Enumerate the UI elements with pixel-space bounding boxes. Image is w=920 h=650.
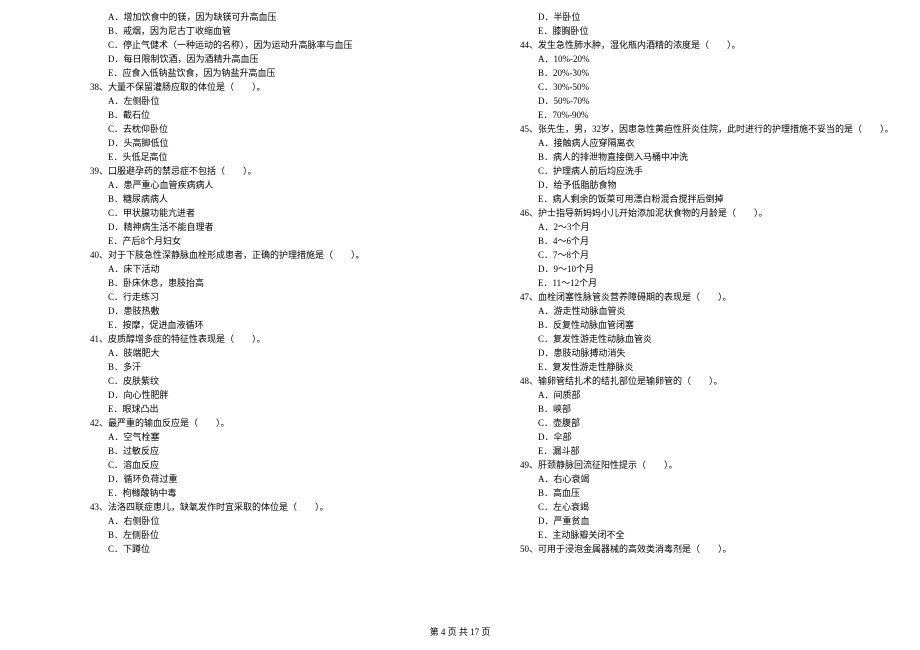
q40-opt-b: B．卧床休息，患肢抬高 <box>90 276 430 290</box>
q47-opt-b: B．反复性动脉血管闭塞 <box>520 318 890 332</box>
q43-opt-c: C．下蹲位 <box>90 542 430 556</box>
q45-stem: 45、张先生，男，32岁，因患急性黄疸性肝炎住院，此时进行的护理措施不妥当的是（… <box>520 122 890 136</box>
q50-stem: 50、可用于浸泡金属器械的高效类消毒剂是（ ）。 <box>520 542 890 556</box>
q43-opt-a: A．右侧卧位 <box>90 514 430 528</box>
q37-opt-b: B．戒烟，因为尼古丁收缩血管 <box>90 24 430 38</box>
q39-stem: 39、口服避孕药的禁忌症不包括（ ）。 <box>90 164 430 178</box>
q48-opt-c: C．壶腹部 <box>520 416 890 430</box>
q39-opt-a: A．患严重心血管疾病病人 <box>90 178 430 192</box>
q49-opt-b: B．高血压 <box>520 486 890 500</box>
q44-opt-c: C．30%-50% <box>520 80 890 94</box>
q44-stem: 44、发生急性肺水肿，湿化瓶内酒精的浓度是（ ）。 <box>520 38 890 52</box>
q45-opt-b: B．病人的排泄物直接倒入马桶中冲洗 <box>520 150 890 164</box>
q41-opt-b: B．多汗 <box>90 360 430 374</box>
q37-opt-e: E．应食入低钠盐饮食，因为钠盐升高血压 <box>90 66 430 80</box>
q39-opt-d: D．精神病生活不能自理者 <box>90 220 430 234</box>
q48-opt-b: B．峡部 <box>520 402 890 416</box>
q41-opt-e: E．眼球凸出 <box>90 402 430 416</box>
q49-opt-e: E．主动脉瓣关闭不全 <box>520 528 890 542</box>
q38-opt-d: D．头高脚低位 <box>90 136 430 150</box>
q43-opt-b: B．左侧卧位 <box>90 528 430 542</box>
q46-opt-b: B．4～6个月 <box>520 234 890 248</box>
q38-opt-c: C．去枕仰卧位 <box>90 122 430 136</box>
q44-opt-a: A．10%-20% <box>520 52 890 66</box>
q40-opt-c: C．行走练习 <box>90 290 430 304</box>
q49-opt-c: C．左心衰竭 <box>520 500 890 514</box>
q39-opt-c: C．甲状腺功能亢进者 <box>90 206 430 220</box>
q39-opt-b: B．糖尿病病人 <box>90 192 430 206</box>
q39-opt-e: E．产后8个月妇女 <box>90 234 430 248</box>
q37-opt-a: A．增加饮食中的镁，因为缺镁可升高血压 <box>90 10 430 24</box>
q42-opt-b: B．过敏反应 <box>90 444 430 458</box>
q46-opt-d: D．9～10个月 <box>520 262 890 276</box>
q48-opt-a: A．间质部 <box>520 388 890 402</box>
q42-stem: 42、最严重的输血反应是（ ）。 <box>90 416 430 430</box>
q44-opt-b: B．20%-30% <box>520 66 890 80</box>
q44-opt-e: E．70%-90% <box>520 108 890 122</box>
page-body: A．增加饮食中的镁，因为缺镁可升高血压 B．戒烟，因为尼古丁收缩血管 C．停止气… <box>0 0 920 617</box>
q48-opt-d: D．伞部 <box>520 430 890 444</box>
q42-opt-c: C．溶血反应 <box>90 458 430 472</box>
q45-opt-d: D．给予低脂肪食物 <box>520 178 890 192</box>
q47-opt-d: D．患肢动脉搏动消失 <box>520 346 890 360</box>
q42-opt-d: D．循环负荷过重 <box>90 472 430 486</box>
q42-opt-a: A．空气栓塞 <box>90 430 430 444</box>
q37-opt-d: D．每日限制饮酒，因为酒精升高血压 <box>90 52 430 66</box>
page-footer: 第 4 页 共 17 页 <box>0 617 920 650</box>
q45-opt-e: E．病人剩余的饭菜可用漂白粉混合搅拌后倒掉 <box>520 192 890 206</box>
q46-opt-c: C．7～8个月 <box>520 248 890 262</box>
q49-stem: 49、肝颈静脉回流征阳性提示（ ）。 <box>520 458 890 472</box>
q46-opt-e: E．11～12个月 <box>520 276 890 290</box>
q40-opt-a: A．床下活动 <box>90 262 430 276</box>
q49-opt-a: A．右心衰竭 <box>520 472 890 486</box>
q40-opt-e: E．按摩，促进血液循环 <box>90 318 430 332</box>
q49-opt-d: D．严重贫血 <box>520 514 890 528</box>
q48-opt-e: E．漏斗部 <box>520 444 890 458</box>
q38-opt-a: A．左侧卧位 <box>90 94 430 108</box>
q38-opt-e: E．头低足高位 <box>90 150 430 164</box>
left-column: A．增加饮食中的镁，因为缺镁可升高血压 B．戒烟，因为尼古丁收缩血管 C．停止气… <box>0 10 460 607</box>
q47-opt-c: C．复发性游走性动脉血管炎 <box>520 332 890 346</box>
q41-opt-a: A．肢端肥大 <box>90 346 430 360</box>
q41-opt-c: C．皮肤紫纹 <box>90 374 430 388</box>
q47-opt-e: E．复发性游走性静脉炎 <box>520 360 890 374</box>
q45-opt-a: A．接触病人应穿隔离衣 <box>520 136 890 150</box>
q47-stem: 47、血栓闭塞性脉管炎营养障碍期的表现是（ ）。 <box>520 290 890 304</box>
q37-opt-c: C．停止气健术（一种运动的名称），因为运动升高脉率与血压 <box>90 38 430 52</box>
q48-stem: 48、输卵管结扎术的结扎部位是输卵管的（ ）。 <box>520 374 890 388</box>
q46-stem: 46、护士指导新妈妈小儿开始添加泥状食物的月龄是（ ）。 <box>520 206 890 220</box>
q46-opt-a: A．2～3个月 <box>520 220 890 234</box>
q45-opt-c: C．护理病人前后均应洗手 <box>520 164 890 178</box>
q38-opt-b: B．截石位 <box>90 108 430 122</box>
q40-opt-d: D．患肢热敷 <box>90 304 430 318</box>
q38-stem: 38、大量不保留灌肠应取的体位是（ ）。 <box>90 80 430 94</box>
q44-opt-d: D．50%-70% <box>520 94 890 108</box>
q43-stem: 43、法洛四联症患儿，缺氧发作时宜采取的体位是（ ）。 <box>90 500 430 514</box>
q41-stem: 41、皮质醇增多症的特征性表现是（ ）。 <box>90 332 430 346</box>
q47-opt-a: A．游走性动脉血管炎 <box>520 304 890 318</box>
q41-opt-d: D．向心性肥胖 <box>90 388 430 402</box>
right-column: D．半卧位 E．膝胸卧位 44、发生急性肺水肿，湿化瓶内酒精的浓度是（ ）。 A… <box>460 10 920 607</box>
q42-opt-e: E．枸橼酸钠中毒 <box>90 486 430 500</box>
q43-opt-d: D．半卧位 <box>520 10 890 24</box>
q43-opt-e: E．膝胸卧位 <box>520 24 890 38</box>
q40-stem: 40、对于下肢急性深静脉血栓形成患者，正确的护理措施是（ ）。 <box>90 248 430 262</box>
